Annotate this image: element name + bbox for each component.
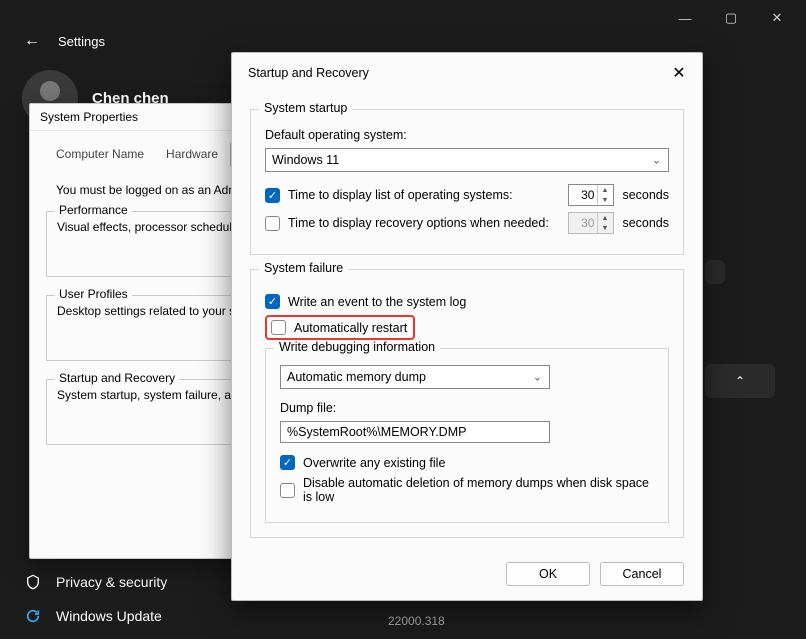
fieldset-legend: System startup	[259, 101, 352, 115]
sidebar-item-label: Privacy & security	[56, 574, 167, 590]
display-list-label: Time to display list of operating system…	[288, 188, 513, 202]
back-arrow-icon[interactable]: ←	[24, 32, 40, 50]
row-write-event: ✓ Write an event to the system log	[265, 294, 669, 309]
debug-select-wrap: Automatic memory dump ⌄	[280, 365, 550, 389]
spinner-display-list[interactable]: ▲▼	[568, 184, 614, 206]
background-expand-button[interactable]: ⌃	[705, 364, 775, 398]
sidebar-item-update[interactable]: Windows Update	[18, 599, 173, 633]
dump-file-input[interactable]	[280, 421, 550, 443]
display-recovery-label: Time to display recovery options when ne…	[288, 216, 549, 230]
spinner-display-recovery: ▲▼	[568, 212, 614, 234]
ok-button[interactable]: OK	[506, 562, 590, 586]
overwrite-label: Overwrite any existing file	[303, 456, 445, 470]
dump-file-label: Dump file:	[280, 401, 654, 415]
checkbox-disable-delete[interactable]	[280, 483, 295, 498]
checkbox-display-list[interactable]: ✓	[265, 188, 280, 203]
tab-computer-name[interactable]: Computer Name	[46, 143, 154, 167]
background-card-fragment	[705, 260, 725, 284]
shield-icon	[24, 573, 42, 591]
row-display-recovery: Time to display recovery options when ne…	[265, 212, 669, 234]
default-os-select[interactable]: Windows 11	[265, 148, 669, 172]
spinner-buttons[interactable]: ▲▼	[597, 185, 611, 205]
dialog-footer: OK Cancel	[506, 562, 684, 586]
highlight-auto-restart: Automatically restart	[265, 315, 415, 340]
fieldset-legend: Write debugging information	[274, 340, 440, 354]
checkbox-auto-restart[interactable]	[271, 320, 286, 335]
cancel-button[interactable]: Cancel	[600, 562, 684, 586]
seconds-label: seconds	[622, 216, 669, 230]
dialog-title: Startup and Recovery	[248, 66, 369, 80]
update-icon	[24, 607, 42, 625]
dialog-titlebar: Startup and Recovery ✕	[232, 53, 702, 91]
maximize-button[interactable]: ▢	[708, 2, 754, 34]
row-auto-restart: Automatically restart	[265, 315, 669, 340]
row-overwrite: ✓ Overwrite any existing file	[280, 455, 654, 470]
debug-info-select[interactable]: Automatic memory dump	[280, 365, 550, 389]
sidebar: Privacy & security Windows Update	[18, 565, 173, 633]
build-number: 22000.318	[388, 614, 445, 628]
tab-hardware[interactable]: Hardware	[156, 143, 228, 167]
settings-title: Settings	[58, 34, 105, 49]
group-title: Performance	[55, 203, 132, 217]
checkbox-write-event[interactable]: ✓	[265, 294, 280, 309]
fieldset-system-failure: System failure ✓ Write an event to the s…	[250, 269, 684, 538]
row-display-list: ✓ Time to display list of operating syst…	[265, 184, 669, 206]
default-os-select-wrap: Windows 11 ⌄	[265, 148, 669, 172]
spinner-input[interactable]	[569, 188, 597, 202]
startup-recovery-dialog: Startup and Recovery ✕ System startup De…	[231, 52, 703, 601]
close-icon[interactable]: ✕	[668, 63, 690, 83]
disable-delete-label: Disable automatic deletion of memory dum…	[303, 476, 654, 504]
fieldset-system-startup: System startup Default operating system:…	[250, 109, 684, 255]
group-title: Startup and Recovery	[55, 371, 179, 385]
row-disable-delete: Disable automatic deletion of memory dum…	[280, 476, 654, 504]
fieldset-write-debug: Write debugging information Automatic me…	[265, 348, 669, 523]
group-title: User Profiles	[55, 287, 132, 301]
sidebar-item-privacy[interactable]: Privacy & security	[18, 565, 173, 599]
minimize-button[interactable]: —	[662, 2, 708, 34]
checkbox-display-recovery[interactable]	[265, 216, 280, 231]
default-os-label: Default operating system:	[265, 128, 669, 142]
spinner-buttons: ▲▼	[597, 213, 611, 233]
write-event-label: Write an event to the system log	[288, 295, 466, 309]
dialog-body: System startup Default operating system:…	[232, 91, 702, 538]
auto-restart-label: Automatically restart	[294, 321, 407, 335]
sidebar-item-label: Windows Update	[56, 608, 162, 624]
fieldset-legend: System failure	[259, 261, 348, 275]
seconds-label: seconds	[622, 188, 669, 202]
checkbox-overwrite[interactable]: ✓	[280, 455, 295, 470]
close-button[interactable]: ✕	[754, 2, 800, 34]
spinner-input	[569, 216, 597, 230]
